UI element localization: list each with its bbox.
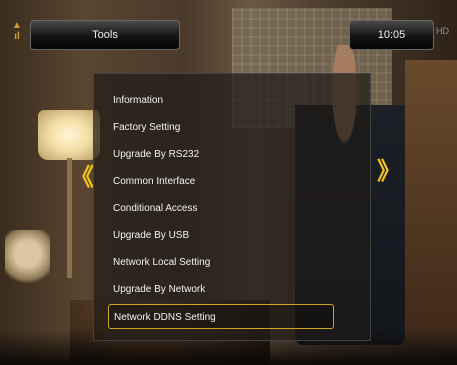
menu-item-upgrade-usb[interactable]: Upgrade By USB (108, 223, 334, 248)
clock-time: 10:05 (377, 29, 406, 41)
tv-screen: ▲ ıl Tools 10:05 HD 《 》 Information Facto… (0, 0, 457, 365)
menu-item-network-local-setting[interactable]: Network Local Setting (108, 250, 334, 275)
menu-item-factory-setting[interactable]: Factory Setting (108, 115, 334, 140)
channel-watermark: HD (436, 26, 449, 36)
menu-item-upgrade-network[interactable]: Upgrade By Network (108, 277, 334, 302)
antenna-logo-icon: ▲ ıl (12, 20, 22, 42)
title-bar: Tools (30, 20, 180, 50)
chevron-right-icon[interactable]: 》 (377, 160, 401, 184)
menu-item-upgrade-rs232[interactable]: Upgrade By RS232 (108, 142, 334, 167)
background-person-right (405, 60, 457, 350)
page-title: Tools (92, 29, 118, 41)
menu-item-common-interface[interactable]: Common Interface (108, 169, 334, 194)
menu-item-information[interactable]: Information (108, 88, 334, 113)
menu-item-network-ddns-setting[interactable]: Network DDNS Setting (108, 304, 334, 329)
menu-item-conditional-access[interactable]: Conditional Access (108, 196, 334, 221)
background-plant (5, 230, 50, 290)
chevron-left-icon[interactable]: 《 (70, 166, 94, 190)
clock-bar: 10:05 (349, 20, 434, 50)
tools-menu: Information Factory Setting Upgrade By R… (93, 73, 371, 341)
background-lamp (38, 110, 100, 160)
